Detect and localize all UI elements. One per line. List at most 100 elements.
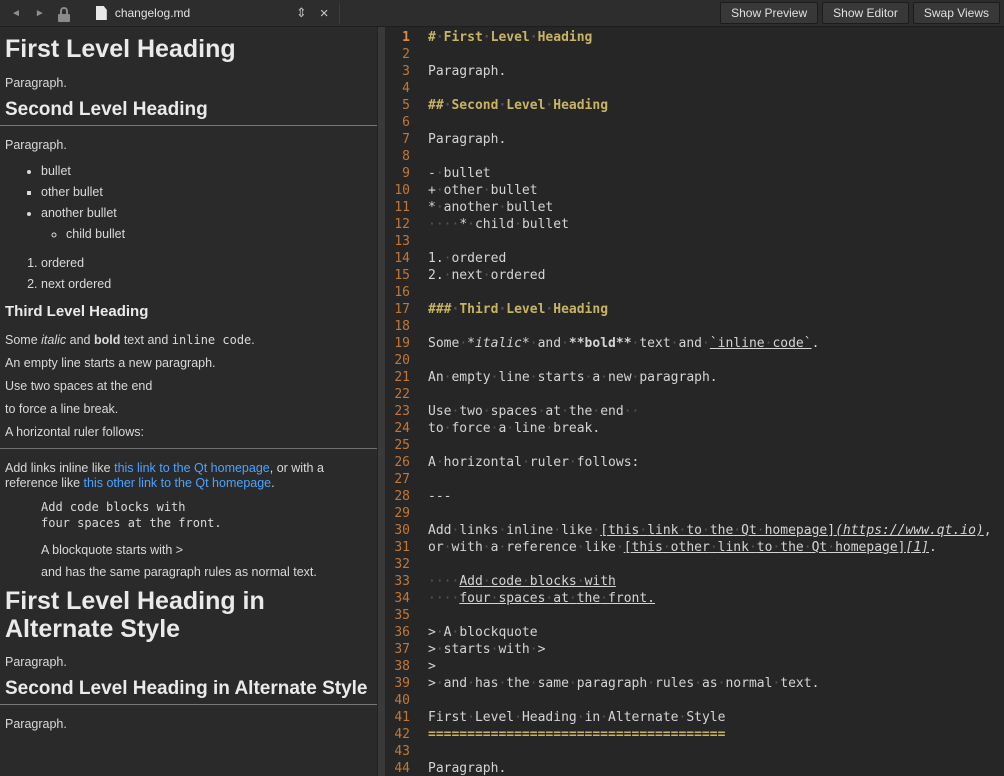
editor-line[interactable]: 13 xyxy=(386,233,1004,250)
line-number: 1 xyxy=(386,29,410,46)
line-text: -·bullet xyxy=(428,165,1004,182)
editor-line[interactable]: 19Some·*italic*·and·**bold**·text·and·`i… xyxy=(386,335,1004,352)
show-editor-button[interactable]: Show Editor xyxy=(822,2,909,24)
line-text xyxy=(428,556,1004,573)
editor-line[interactable]: 44Paragraph. xyxy=(386,760,1004,776)
editor-line[interactable]: 26A·horizontal·ruler·follows: xyxy=(386,454,1004,471)
blockquote-line: A blockquote starts with > xyxy=(41,543,369,558)
toolbar-separator xyxy=(339,3,340,24)
editor-line[interactable]: 3Paragraph. xyxy=(386,63,1004,80)
editor-line[interactable]: 40 xyxy=(386,692,1004,709)
plain-text: Add links inline like xyxy=(5,461,114,475)
editor-line[interactable]: 32 xyxy=(386,556,1004,573)
editor-line[interactable]: 9-·bullet xyxy=(386,165,1004,182)
paragraph: Paragraph. xyxy=(5,76,369,91)
swap-views-button[interactable]: Swap Views xyxy=(913,2,1000,24)
plain-text: text and xyxy=(120,333,171,347)
editor-line[interactable]: 23 Use·two·spaces·at·the·end·· xyxy=(386,403,1004,420)
paragraph: to force a line break. xyxy=(5,402,369,417)
code-line: four spaces at the front. xyxy=(41,515,369,531)
line-number: 34 xyxy=(386,590,410,607)
editor-line[interactable]: 21An·empty·line·starts·a·new·paragraph. xyxy=(386,369,1004,386)
plain-text: Some xyxy=(5,333,41,347)
editor-line[interactable]: 25 xyxy=(386,437,1004,454)
editor-code[interactable]: 1 #·First·Level·Heading23Paragraph.45##·S… xyxy=(386,29,1004,776)
line-number: 23 xyxy=(386,403,410,420)
editor-line[interactable]: 31or·with·a·reference·like·[this·other·l… xyxy=(386,539,1004,556)
editor-line[interactable]: 43 xyxy=(386,743,1004,760)
editor-line[interactable]: 18 xyxy=(386,318,1004,335)
editor-line[interactable]: 2 xyxy=(386,46,1004,63)
editor-line[interactable]: 33····Add·code·blocks·with xyxy=(386,573,1004,590)
line-number: 38 xyxy=(386,658,410,675)
file-tab[interactable]: changelog.md xyxy=(90,0,290,27)
blockquote-line: and has the same paragraph rules as norm… xyxy=(41,565,369,580)
editor-line[interactable]: 7Paragraph. xyxy=(386,131,1004,148)
line-number: 31 xyxy=(386,539,410,556)
line-number: 40 xyxy=(386,692,410,709)
line-text xyxy=(428,114,1004,131)
line-text xyxy=(428,46,1004,63)
editor-line[interactable]: 36>·A·blockquote xyxy=(386,624,1004,641)
line-number: 5 xyxy=(386,97,410,114)
line-text xyxy=(428,284,1004,301)
preview-h2-alternate: Second Level Heading in Alternate Style xyxy=(0,678,377,705)
editor-pane[interactable]: 1 #·First·Level·Heading23Paragraph.45##·S… xyxy=(386,27,1004,776)
line-text xyxy=(428,352,1004,369)
editor-line[interactable]: 39>·and·has·the·same·paragraph·rules·as·… xyxy=(386,675,1004,692)
line-number: 18 xyxy=(386,318,410,335)
editor-line[interactable]: 16 xyxy=(386,284,1004,301)
line-text: ····*·child·bullet xyxy=(428,216,1004,233)
markdown-editor-window: ◄ ► changelog.md ⇕ × Show Preview Show E… xyxy=(0,0,1004,776)
editor-line[interactable]: 22 xyxy=(386,386,1004,403)
close-icon[interactable]: × xyxy=(313,6,336,21)
links-paragraph: Add links inline like this link to the Q… xyxy=(5,461,369,491)
forward-icon[interactable]: ► xyxy=(28,8,52,19)
qt-homepage-link[interactable]: this link to the Qt homepage xyxy=(114,461,270,475)
editor-line[interactable]: 27 xyxy=(386,471,1004,488)
editor-line[interactable]: 20 xyxy=(386,352,1004,369)
line-number: 13 xyxy=(386,233,410,250)
paragraph: An empty line starts a new paragraph. xyxy=(5,356,369,371)
editor-line[interactable]: 4 xyxy=(386,80,1004,97)
editor-line[interactable]: 29 xyxy=(386,505,1004,522)
editor-line[interactable]: 152.·next·ordered xyxy=(386,267,1004,284)
editor-line[interactable]: 5##·Second·Level·Heading xyxy=(386,97,1004,114)
qt-homepage-reference-link[interactable]: this other link to the Qt homepage xyxy=(84,476,272,490)
line-number: 14 xyxy=(386,250,410,267)
editor-line[interactable]: 30Add·links·inline·like·[this·link·to·th… xyxy=(386,522,1004,539)
editor-line[interactable]: 42====================================== xyxy=(386,726,1004,743)
editor-line[interactable]: 28--- xyxy=(386,488,1004,505)
editor-line[interactable]: 34····four·spaces·at·the·front. xyxy=(386,590,1004,607)
list-item: other bullet xyxy=(41,182,369,203)
editor-line[interactable]: 38 > xyxy=(386,658,1004,675)
editor-line[interactable]: 8 xyxy=(386,148,1004,165)
line-text: 2.·next·ordered xyxy=(428,267,1004,284)
updown-arrows-icon[interactable]: ⇕ xyxy=(290,5,313,21)
preview-h1-alternate: First Level Heading in Alternate Style xyxy=(5,587,369,643)
line-number: 36 xyxy=(386,624,410,641)
line-number: 12 xyxy=(386,216,410,233)
line-number: 37 xyxy=(386,641,410,658)
editor-line[interactable]: 24to·force·a·line·break. xyxy=(386,420,1004,437)
line-text: > xyxy=(428,658,1004,675)
editor-line[interactable]: 141.·ordered xyxy=(386,250,1004,267)
line-number: 24 xyxy=(386,420,410,437)
line-text: Use·two·spaces·at·the·end·· xyxy=(428,403,1004,420)
editor-line[interactable]: 10+·other·bullet xyxy=(386,182,1004,199)
editor-line[interactable]: 17###·Third·Level·Heading xyxy=(386,301,1004,318)
editor-line[interactable]: 11*·another·bullet xyxy=(386,199,1004,216)
editor-line[interactable]: 35 xyxy=(386,607,1004,624)
editor-line[interactable]: 37>·starts·with·> xyxy=(386,641,1004,658)
line-number: 10 xyxy=(386,182,410,199)
editor-line[interactable]: 1 #·First·Level·Heading xyxy=(386,29,1004,46)
editor-line[interactable]: 6 xyxy=(386,114,1004,131)
line-text: #·First·Level·Heading xyxy=(428,29,1004,46)
line-text: First·Level·Heading·in·Alternate·Style xyxy=(428,709,1004,726)
editor-line[interactable]: 41First·Level·Heading·in·Alternate·Style xyxy=(386,709,1004,726)
back-icon[interactable]: ◄ xyxy=(4,8,28,19)
line-number: 39 xyxy=(386,675,410,692)
splitter[interactable] xyxy=(377,27,386,776)
show-preview-button[interactable]: Show Preview xyxy=(720,2,818,24)
editor-line[interactable]: 12 ····*·child·bullet xyxy=(386,216,1004,233)
